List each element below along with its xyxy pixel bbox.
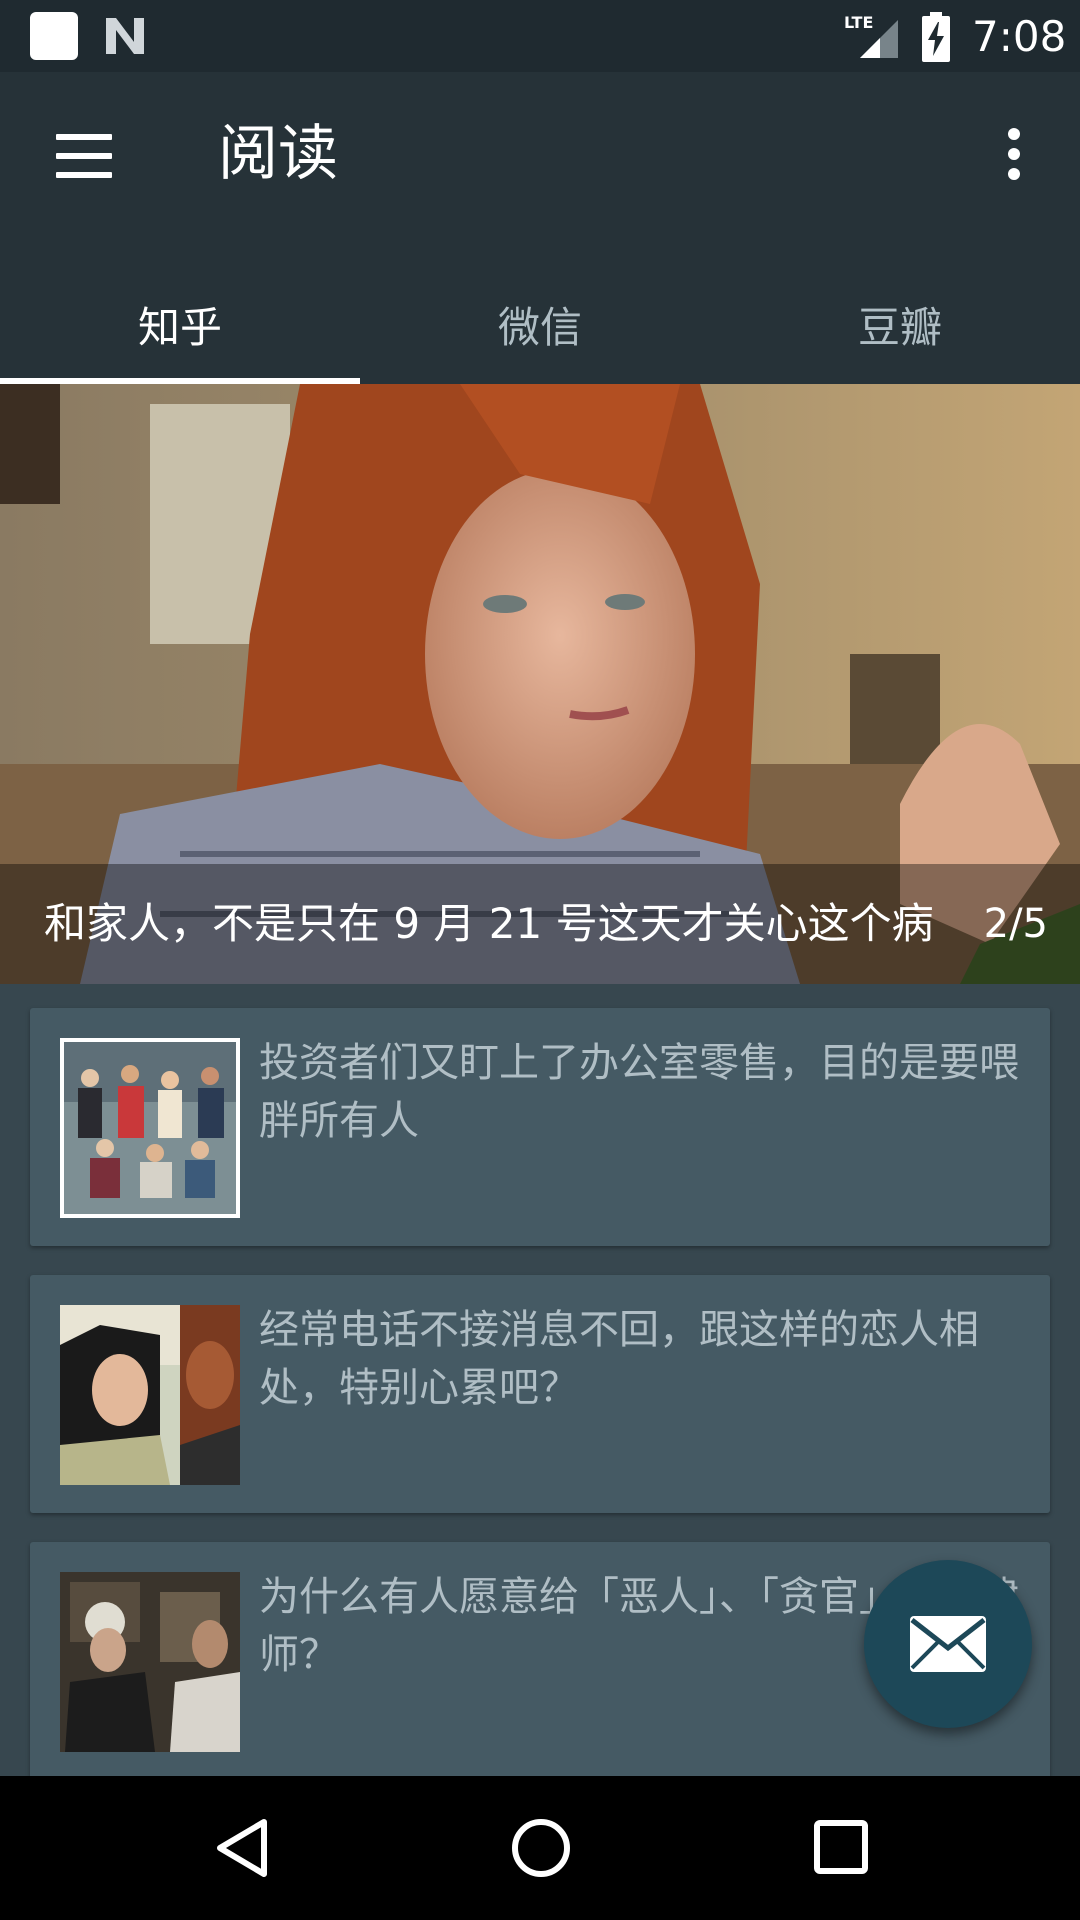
svg-text:LTE: LTE — [844, 13, 873, 32]
back-icon[interactable] — [212, 1816, 272, 1880]
tab-douban[interactable]: 豆瓣 — [720, 272, 1080, 384]
battery-charging-icon — [922, 12, 950, 62]
article-thumbnail — [60, 1305, 240, 1485]
banner-carousel[interactable]: 和家人，不是只在 9 月 21 号这天才关心这个病 2/5 — [0, 384, 1080, 984]
compose-mail-button[interactable] — [864, 1560, 1032, 1728]
tab-zhihu[interactable]: 知乎 — [0, 272, 360, 384]
clock: 7:08 — [972, 12, 1067, 61]
tab-weixin[interactable]: 微信 — [360, 272, 720, 384]
system-nav-bar — [0, 1776, 1080, 1920]
mail-icon — [910, 1616, 986, 1672]
article-thumbnail — [60, 1038, 240, 1218]
article-title: 经常电话不接消息不回，跟这样的恋人相处，特别心累吧？ — [259, 1307, 979, 1411]
banner-caption: 和家人，不是只在 9 月 21 号这天才关心这个病 — [44, 899, 934, 948]
hamburger-menu-icon[interactable] — [56, 134, 112, 178]
article-thumbnail — [60, 1572, 240, 1752]
n-logo-icon — [106, 18, 144, 54]
app-bar: 阅读 知乎 微信 豆瓣 — [0, 72, 1080, 384]
home-icon[interactable] — [510, 1816, 572, 1880]
lte-signal-icon: LTE — [844, 13, 898, 58]
notification-square-icon — [30, 12, 78, 60]
tab-bar: 知乎 微信 豆瓣 — [0, 272, 1080, 384]
banner-page-counter: 2/5 — [983, 901, 1048, 947]
page-title: 阅读 — [218, 119, 338, 189]
status-bar: LTE 7:08 — [0, 0, 1080, 72]
article-card[interactable]: 投资者们又盯上了办公室零售，目的是要喂胖所有人 — [30, 1008, 1050, 1246]
more-options-icon[interactable] — [1000, 128, 1028, 184]
article-title: 投资者们又盯上了办公室零售，目的是要喂胖所有人 — [259, 1040, 1019, 1144]
recents-icon[interactable] — [814, 1820, 868, 1874]
article-card[interactable]: 经常电话不接消息不回，跟这样的恋人相处，特别心累吧？ — [30, 1275, 1050, 1513]
